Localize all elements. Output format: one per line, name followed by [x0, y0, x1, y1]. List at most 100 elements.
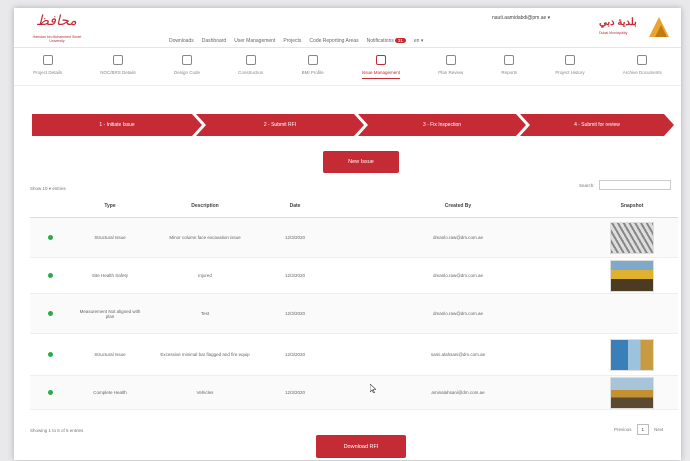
module-reports[interactable]: Reports	[501, 55, 517, 78]
top-nav: Downloads Dashboard User Management Proj…	[169, 38, 423, 44]
cell-description: Injured	[198, 273, 212, 278]
nav-projects[interactable]: Projects	[283, 38, 301, 44]
col-snapshot[interactable]: Snapshot	[586, 203, 678, 209]
status-dot	[30, 311, 70, 316]
module-plan-review[interactable]: Plan Review	[438, 55, 463, 78]
snapshot-thumbnail[interactable]	[610, 221, 654, 254]
cell-type: Structural Issue	[94, 352, 126, 357]
status-dot	[30, 235, 70, 240]
cell-created-by: dmanlo.raw@dm.com.ae	[432, 235, 484, 240]
cell-description: Vehicles	[196, 390, 214, 395]
building-icon	[245, 55, 256, 65]
module-design-code[interactable]: Design Code	[174, 55, 200, 78]
module-project-details[interactable]: Project Details	[33, 55, 62, 78]
module-label: Plan Review	[438, 70, 464, 75]
cell-description: Minor column face excavation issue	[169, 235, 241, 240]
nav-dashboard[interactable]: Dashboard	[202, 38, 226, 44]
module-issue-management[interactable]: Issue Management	[361, 55, 401, 79]
nav-downloads[interactable]: Downloads	[169, 38, 194, 44]
module-bar: Project Details NOC/BRS Details Design Cod…	[14, 48, 681, 86]
mouse-cursor-icon	[370, 384, 376, 393]
snapshot-thumbnail[interactable]	[610, 376, 654, 409]
module-label: Issue Management	[361, 70, 401, 75]
municipality-emblem-icon	[649, 17, 669, 37]
table-row[interactable]: Structural Issue Minor column face excava…	[30, 218, 678, 258]
cell-date: 12/3/2020	[284, 273, 306, 278]
status-dot	[30, 273, 70, 278]
table-row[interactable]: Complete Health Vehicles 12/3/2020 aminalah…	[30, 376, 678, 410]
module-label: NOC/BRS Details	[100, 70, 136, 75]
status-indicator-icon	[47, 235, 53, 240]
cell-date: 12/3/2020	[284, 390, 306, 395]
module-bmi-profile[interactable]: BMI Profile	[302, 55, 324, 78]
cell-created-by: aminalahsani@dm.com.ae	[431, 390, 485, 395]
search-label: Search:	[579, 182, 595, 188]
pagination: Previous 1 Next	[614, 424, 663, 435]
page-1-button[interactable]: 1	[636, 424, 650, 435]
history-icon	[564, 55, 575, 65]
cell-created-by: dmanlo.raw@dm.com.ae	[432, 273, 484, 278]
cell-description: Test	[200, 311, 210, 316]
nav-user-management[interactable]: User Management	[234, 38, 275, 44]
col-created-by[interactable]: Created By	[330, 203, 586, 209]
notifications-badge: 31	[394, 38, 406, 43]
cell-created-by: sami.alahsani@dm.com.ae	[430, 352, 486, 357]
user-menu[interactable]: nauti.aamidabdi@pm.ae ▾	[492, 15, 550, 21]
col-description[interactable]: Description	[150, 203, 260, 209]
nav-code-reporting[interactable]: Code Reporting Areas	[309, 38, 358, 44]
status-dot	[30, 390, 70, 395]
step-initiate-issue[interactable]: 1 - Initiate Issue	[32, 114, 202, 136]
new-issue-button[interactable]: New Issue	[323, 151, 399, 173]
snapshot-thumbnail[interactable]	[610, 259, 654, 292]
header: محافظ Hamdan bin Mohammed Smart Universi…	[14, 8, 681, 48]
module-project-history[interactable]: Project History	[555, 55, 585, 78]
tools-icon	[181, 55, 192, 65]
module-archive-documents[interactable]: Archive Documents	[623, 55, 662, 78]
module-label: Archive Documents	[622, 70, 662, 75]
col-type[interactable]: Type	[70, 203, 150, 209]
table-row[interactable]: Measurement Not aligned with plan Test 12/…	[30, 294, 678, 334]
step-submit-rfi[interactable]: 2 - Submit RFI	[196, 114, 364, 136]
nav-notifications-label: Notifications	[366, 38, 394, 44]
module-label: Project Details	[33, 70, 63, 75]
nav-notifications[interactable]: Notifications 31	[367, 38, 406, 44]
trash-icon	[504, 55, 515, 65]
download-rfi-button[interactable]: Download RFI	[316, 435, 406, 458]
table-info: Showing 1 to 5 of 5 entries	[30, 428, 84, 433]
module-noc-brs-details[interactable]: NOC/BRS Details	[100, 55, 136, 78]
next-page-button[interactable]: Next	[654, 427, 663, 432]
table-body: Structural Issue Minor column face excava…	[30, 218, 678, 410]
table-row[interactable]: Structural Issue Excessive minimal bar fl…	[30, 334, 678, 376]
people-icon	[113, 55, 124, 65]
cell-type: Measurement Not aligned with plan	[79, 308, 141, 319]
module-label: Design Code	[173, 70, 200, 75]
module-label: BMI Profile	[301, 70, 324, 75]
status-indicator-icon	[47, 273, 53, 278]
app-window: محافظ Hamdan bin Mohammed Smart Universi…	[14, 8, 681, 460]
workflow-stepper: 1 - Initiate Issue 2 - Submit RFI 3 - Fi…	[32, 114, 674, 136]
search-input[interactable]	[598, 180, 671, 190]
table-row[interactable]: Site Health Safety Injured 12/3/2020 dmanlo…	[30, 258, 678, 294]
module-label: Project History	[555, 70, 585, 75]
language-selector[interactable]: en ▾	[414, 38, 423, 44]
step-submit-review[interactable]: 4 - Submit for review	[520, 114, 674, 136]
cell-type: Site Health Safety	[91, 273, 129, 278]
prev-page-button[interactable]: Previous	[614, 427, 632, 432]
issues-table: Type Description Date Created By Snapsho…	[30, 194, 678, 410]
clipboard-icon	[375, 55, 386, 65]
module-label: Reports	[501, 70, 518, 75]
entries-selector[interactable]: Show 10 ▾ entries	[30, 186, 66, 192]
university-logo[interactable]: محافظ Hamdan bin Mohammed Smart Universi…	[26, 13, 88, 43]
cell-date: 12/3/2020	[284, 311, 306, 316]
step-fix-inspection[interactable]: 3 - Fix Inspection	[358, 114, 526, 136]
col-date[interactable]: Date	[260, 203, 330, 209]
cell-snapshot	[586, 221, 678, 254]
table-header: Type Description Date Created By Snapsho…	[30, 194, 678, 218]
cell-date: 12/3/2020	[284, 235, 306, 240]
module-construction[interactable]: Construction	[238, 55, 263, 78]
logo-tagline: Hamdan bin Mohammed Smart University	[32, 35, 82, 43]
snapshot-thumbnail[interactable]	[610, 338, 654, 371]
cell-created-by: dmanlo.raw@dm.com.ae	[432, 311, 484, 316]
cell-date: 12/3/2020	[284, 352, 306, 357]
municipality-logo[interactable]: بلدية دبي Dubai Municipality	[599, 15, 671, 43]
